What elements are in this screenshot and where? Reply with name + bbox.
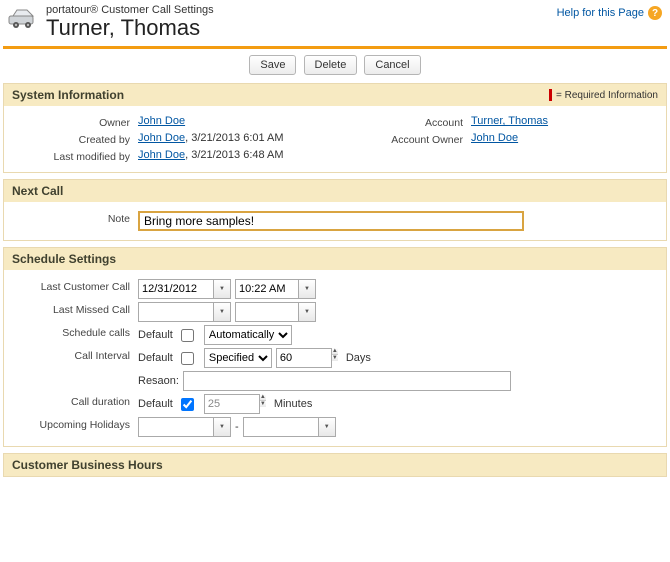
cancel-button[interactable]: Cancel — [364, 55, 420, 75]
lastcall-time-input[interactable] — [235, 279, 299, 299]
label-holidays: Upcoming Holidays — [12, 417, 138, 431]
required-mark-icon — [549, 89, 552, 101]
help-link-wrap: Help for this Page ? — [557, 4, 662, 20]
default-label-3: Default — [138, 398, 173, 410]
page-title: Turner, Thomas — [46, 16, 557, 40]
action-buttons: Save Delete Cancel — [0, 55, 670, 75]
holidays-from-input[interactable] — [138, 417, 214, 437]
chevron-down-icon: ▼ — [260, 400, 266, 407]
label-lastmissed: Last Missed Call — [12, 302, 138, 316]
required-legend-text: = Required Information — [556, 90, 658, 101]
label-duration: Call duration — [12, 394, 138, 408]
schedcalls-default-checkbox[interactable] — [181, 329, 194, 342]
section-business-hours: Customer Business Hours — [3, 453, 667, 477]
link-createdby[interactable]: John Doe — [138, 132, 185, 144]
section-title-nextcall: Next Call — [12, 184, 63, 198]
holidays-dash: - — [235, 421, 239, 433]
delete-button[interactable]: Delete — [304, 55, 358, 75]
text-modifiedby-time: , 3/21/2013 6:48 AM — [185, 149, 283, 161]
label-lastcall: Last Customer Call — [12, 279, 138, 293]
chevron-down-icon[interactable]: ▼ — [332, 354, 338, 361]
lastmissed-date-input[interactable] — [138, 302, 214, 322]
schedcalls-mode-select[interactable]: Automatically — [204, 325, 292, 345]
required-legend: = Required Information — [549, 89, 658, 101]
save-button[interactable]: Save — [249, 55, 296, 75]
interval-default-checkbox[interactable] — [181, 352, 194, 365]
link-owner[interactable]: John Doe — [138, 115, 185, 127]
chevron-down-icon[interactable]: ▼ — [214, 280, 230, 298]
chevron-down-icon[interactable]: ▼ — [214, 418, 230, 436]
section-next-call: Next Call Note — [3, 179, 667, 241]
car-icon — [8, 7, 40, 31]
label-reason: Resaon: — [138, 375, 179, 387]
label-modifiedby: Last modified by — [12, 149, 138, 163]
note-input[interactable] — [138, 211, 524, 231]
holidays-to-input[interactable] — [243, 417, 319, 437]
link-account[interactable]: Turner, Thomas — [471, 115, 548, 127]
duration-value-input — [204, 394, 260, 414]
section-schedule: Schedule Settings Last Customer Call ▼ ▼… — [3, 247, 667, 447]
interval-mode-select[interactable]: Specified — [204, 348, 272, 368]
link-modifiedby[interactable]: John Doe — [138, 149, 185, 161]
label-note: Note — [12, 211, 138, 225]
chevron-up-icon[interactable]: ▲ — [332, 348, 338, 354]
divider-orange — [3, 46, 667, 49]
label-createdby: Created by — [12, 132, 138, 146]
link-accowner[interactable]: John Doe — [471, 132, 518, 144]
lastmissed-time-input[interactable] — [235, 302, 299, 322]
lastcall-time-box: ▼ — [235, 279, 316, 299]
interval-value-input[interactable] — [276, 348, 332, 368]
label-accowner: Account Owner — [345, 132, 471, 146]
chevron-down-icon[interactable]: ▼ — [299, 303, 315, 321]
label-empty-reason — [12, 371, 138, 373]
interval-unit: Days — [346, 352, 371, 364]
chevron-up-icon: ▲ — [260, 394, 266, 400]
label-interval: Call Interval — [12, 348, 138, 362]
default-label-2: Default — [138, 352, 173, 364]
label-account: Account — [345, 115, 471, 129]
section-title-hours: Customer Business Hours — [12, 458, 163, 472]
duration-unit: Minutes — [274, 398, 313, 410]
duration-default-checkbox[interactable] — [181, 398, 194, 411]
label-owner: Owner — [12, 115, 138, 129]
reason-input[interactable] — [183, 371, 511, 391]
section-title-schedule: Schedule Settings — [12, 252, 116, 266]
section-system-info: System Information = Required Informatio… — [3, 83, 667, 173]
lastcall-date-input[interactable] — [138, 279, 214, 299]
section-title-sysinfo: System Information — [12, 88, 124, 102]
chevron-down-icon[interactable]: ▼ — [319, 418, 335, 436]
lastcall-date-box: ▼ — [138, 279, 231, 299]
text-createdby-time: , 3/21/2013 6:01 AM — [185, 132, 283, 144]
help-link[interactable]: Help for this Page — [557, 7, 644, 19]
chevron-down-icon[interactable]: ▼ — [299, 280, 315, 298]
label-schedcalls: Schedule calls — [12, 325, 138, 339]
help-icon[interactable]: ? — [648, 6, 662, 20]
chevron-down-icon[interactable]: ▼ — [214, 303, 230, 321]
default-label-1: Default — [138, 329, 173, 341]
